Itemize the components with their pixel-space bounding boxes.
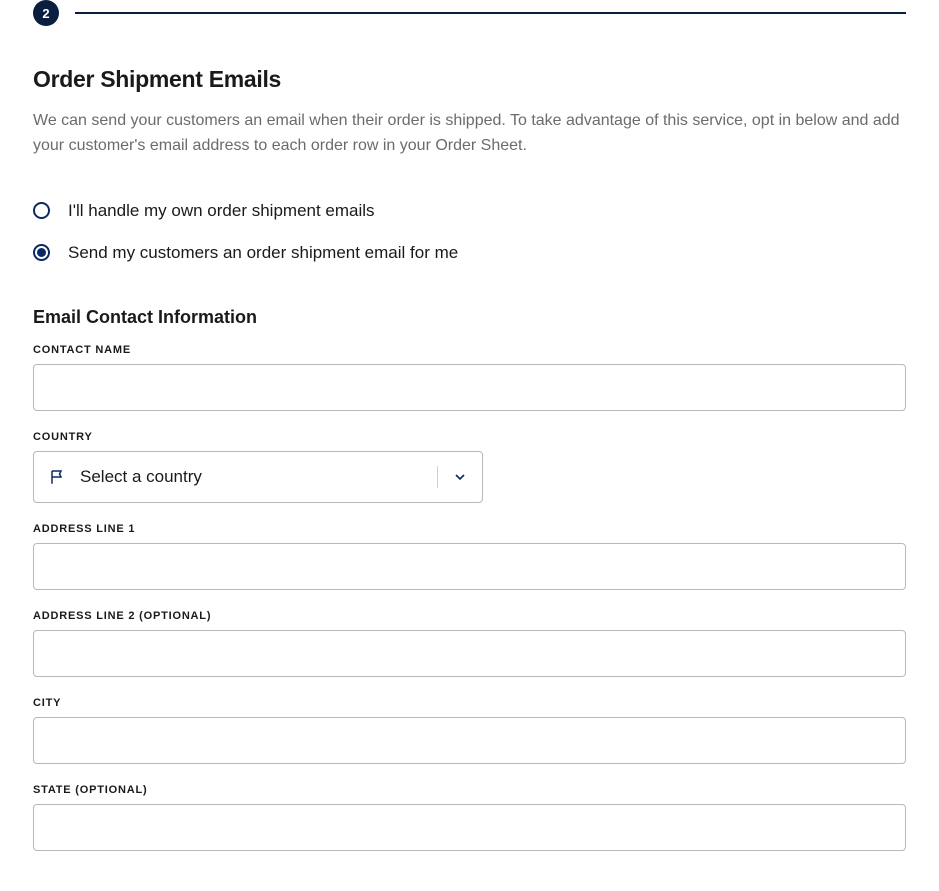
step-header: 2 — [33, 0, 906, 26]
radio-icon — [33, 244, 50, 261]
step-number-badge: 2 — [33, 0, 59, 26]
country-placeholder: Select a country — [80, 467, 437, 487]
form-group-address1: ADDRESS LINE 1 — [33, 523, 906, 590]
contact-name-input[interactable] — [33, 364, 906, 411]
radio-label: Send my customers an order shipment emai… — [68, 243, 458, 263]
section-title: Order Shipment Emails — [33, 66, 906, 93]
step-number: 2 — [42, 6, 49, 21]
form-group-country: COUNTRY Select a country — [33, 431, 906, 503]
step-progress-line — [75, 12, 906, 14]
city-label: CITY — [33, 697, 906, 709]
shipment-email-radio-group: I'll handle my own order shipment emails… — [33, 201, 906, 263]
radio-icon — [33, 202, 50, 219]
state-label: STATE (OPTIONAL) — [33, 784, 906, 796]
address1-label: ADDRESS LINE 1 — [33, 523, 906, 535]
form-group-contact-name: CONTACT NAME — [33, 344, 906, 411]
address1-input[interactable] — [33, 543, 906, 590]
contact-info-heading: Email Contact Information — [33, 307, 906, 328]
radio-label: I'll handle my own order shipment emails — [68, 201, 375, 221]
address2-label: ADDRESS LINE 2 (OPTIONAL) — [33, 610, 906, 622]
city-input[interactable] — [33, 717, 906, 764]
radio-handle-own[interactable]: I'll handle my own order shipment emails — [33, 201, 906, 221]
radio-dot — [37, 248, 46, 257]
chevron-down-icon — [452, 469, 468, 485]
section-description: We can send your customers an email when… — [33, 109, 906, 159]
contact-name-label: CONTACT NAME — [33, 344, 906, 356]
address2-input[interactable] — [33, 630, 906, 677]
country-label: COUNTRY — [33, 431, 906, 443]
form-group-city: CITY — [33, 697, 906, 764]
state-input[interactable] — [33, 804, 906, 851]
select-divider — [437, 466, 438, 488]
flag-icon — [48, 467, 68, 487]
form-group-state: STATE (OPTIONAL) — [33, 784, 906, 851]
radio-send-for-me[interactable]: Send my customers an order shipment emai… — [33, 243, 906, 263]
country-select[interactable]: Select a country — [33, 451, 483, 503]
form-group-address2: ADDRESS LINE 2 (OPTIONAL) — [33, 610, 906, 677]
